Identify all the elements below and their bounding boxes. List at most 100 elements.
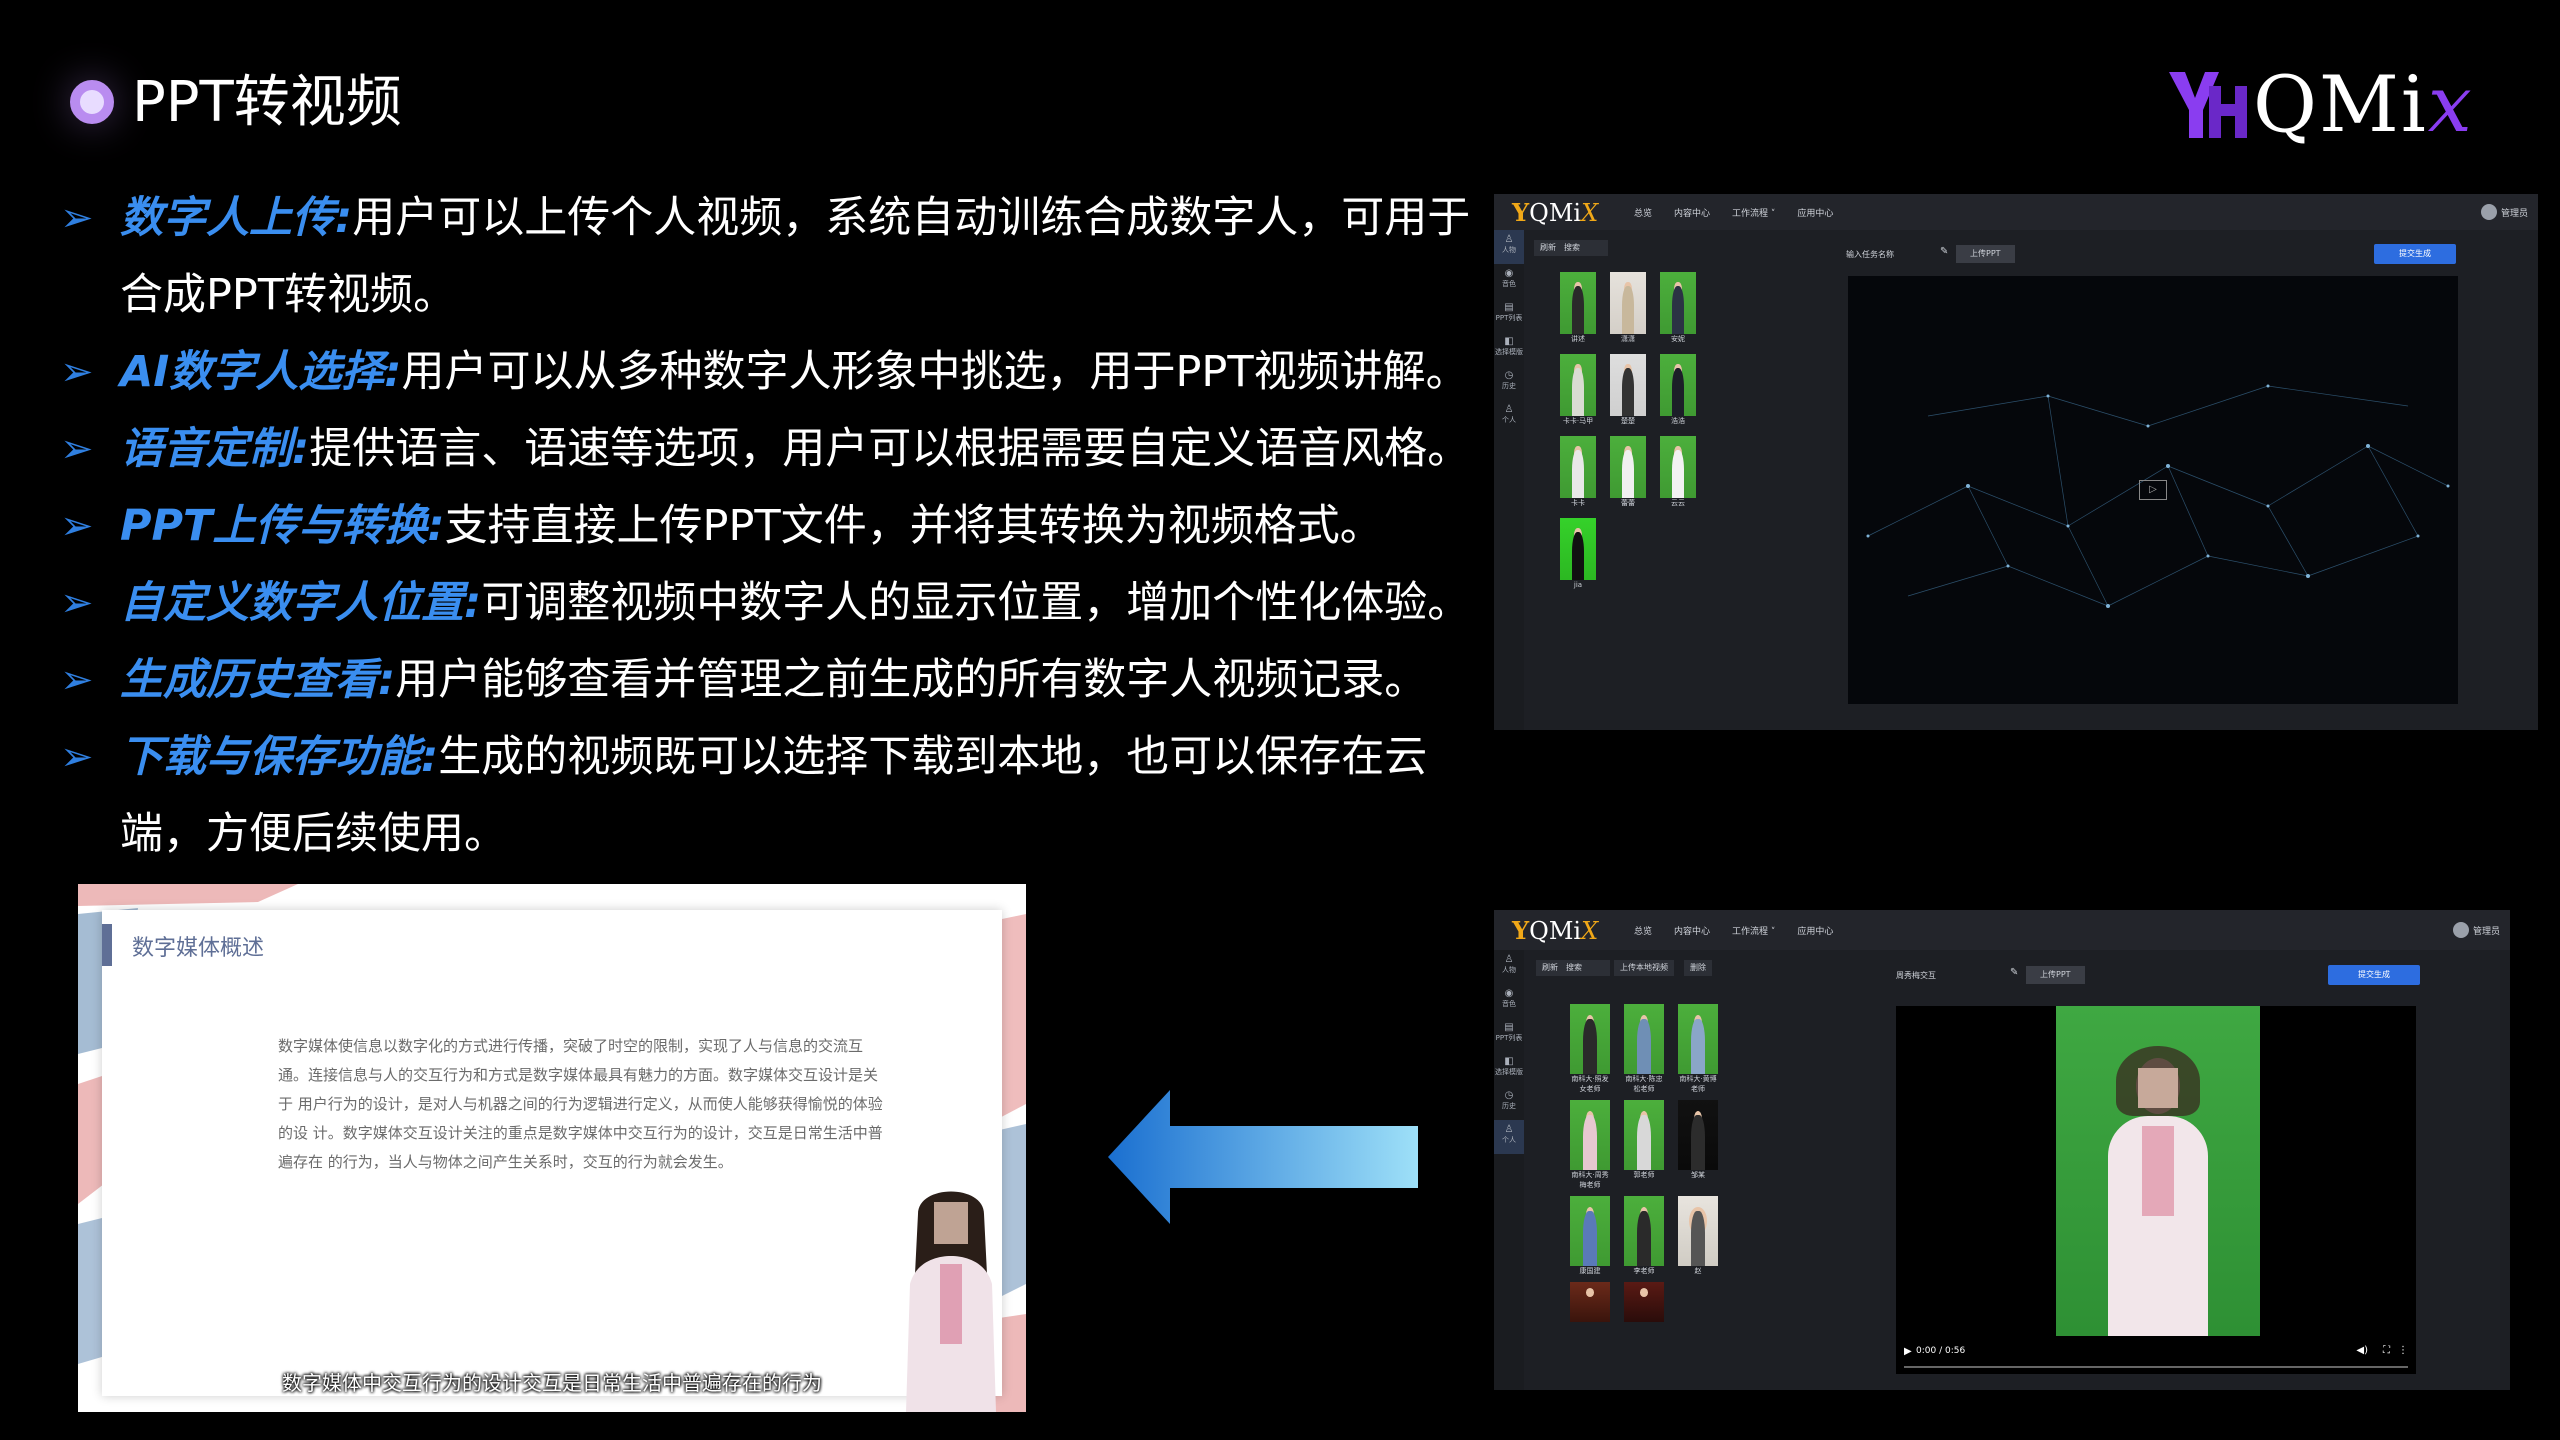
nav-item[interactable]: 应用中心 xyxy=(1797,206,1833,219)
avatar-card[interactable]: 邹某 xyxy=(1678,1100,1718,1190)
slide-title: 数字媒体概述 xyxy=(132,936,265,961)
search-input[interactable]: 搜索 xyxy=(1560,960,1610,976)
avatar-card[interactable]: 赵 xyxy=(1678,1196,1718,1276)
profile-icon: ♙ xyxy=(1504,404,1514,415)
avatar-card[interactable]: 楚楚 xyxy=(1610,354,1646,426)
nav-item[interactable]: 总览 xyxy=(1634,206,1652,219)
avatar-card[interactable]: 讲述 xyxy=(1560,272,1596,344)
sidebar-item-ppt[interactable]: ▤ PPT列表 xyxy=(1494,1018,1524,1052)
sidebar: ♙ 人物 ◉ 音色 ▤ PPT列表 ◧ 选择模版 ◷ 历史 ♙ 个人 xyxy=(1494,230,1524,730)
play-icon[interactable]: ▶ xyxy=(1904,1346,1912,1357)
video-preview[interactable]: ▷ xyxy=(1848,276,2458,704)
sidebar-item-voice[interactable]: ◉ 音色 xyxy=(1494,264,1524,298)
title-bullet-icon xyxy=(70,80,114,124)
arrow-icon: ➢ xyxy=(60,580,94,626)
avatar-card[interactable]: 安妮 xyxy=(1660,272,1696,344)
avatar-card[interactable]: 卡卡·马甲 xyxy=(1560,354,1596,426)
submit-button[interactable]: 提交生成 xyxy=(2328,965,2420,985)
arrow-icon: ➢ xyxy=(60,503,94,549)
app-logo: YQMiX xyxy=(1512,915,1599,945)
video-frame xyxy=(2056,1006,2260,1336)
upload-ppt-button[interactable]: 上传PPT xyxy=(2026,966,2085,984)
avatar-card[interactable]: 康国建 xyxy=(1570,1196,1610,1276)
progress-bar[interactable] xyxy=(1904,1366,2408,1368)
sidebar-item-person[interactable]: ♙ 人物 xyxy=(1494,230,1524,264)
nav-item[interactable]: 内容中心 xyxy=(1674,206,1710,219)
avatar-card[interactable]: 李老师 xyxy=(1624,1196,1664,1276)
nav-item[interactable]: 工作流程 ˅ xyxy=(1732,206,1775,219)
avatar-card[interactable]: 南科大·周秀梅老师 xyxy=(1570,1100,1610,1190)
slide-title-bar xyxy=(102,924,112,966)
arrow-icon: ➢ xyxy=(60,349,94,395)
volume-icon[interactable]: ◀) xyxy=(2356,1345,2368,1356)
nav-item[interactable]: 应用中心 xyxy=(1797,924,1833,937)
brand-logo: QMix xyxy=(2165,60,2475,150)
play-icon[interactable]: ▷ xyxy=(2139,480,2167,500)
user-menu[interactable]: 管理员 xyxy=(2452,922,2500,938)
sidebar-item-template[interactable]: ◧ 选择模版 xyxy=(1494,332,1524,366)
avatar-grid: 讲述 潇潇 安妮 卡卡·马甲 楚楚 浩浩 卡卡 蕾蕾 云云 jia xyxy=(1560,272,1696,590)
app-logo: YQMiX xyxy=(1512,197,1599,227)
upload-ppt-button[interactable]: 上传PPT xyxy=(1956,245,2015,263)
avatar-card[interactable]: 卡卡 xyxy=(1560,436,1596,508)
sidebar-item-history[interactable]: ◷ 历史 xyxy=(1494,1086,1524,1120)
logo-wordmark: QMix xyxy=(2253,60,2474,150)
delete-button[interactable]: 删除 xyxy=(1684,960,1712,976)
sidebar-item-history[interactable]: ◷ 历史 xyxy=(1494,366,1524,400)
person-icon: ♙ xyxy=(1504,954,1514,965)
avatar-card[interactable]: 南科大·黄博老师 xyxy=(1678,1004,1718,1094)
task-name-field[interactable]: 输入任务名称 xyxy=(1846,249,1894,260)
avatar xyxy=(2480,204,2497,220)
slide-preview: 数字媒体概述 数字媒体使信息以数字化的方式进行传播，突破了时空的限制，实现了人与… xyxy=(78,884,1026,1412)
avatar-card[interactable]: jia xyxy=(1560,518,1596,590)
avatar-grid: 南科大·照发女老师 南科大·陈忠松老师 南科大·黄博老师 南科大·周秀梅老师 郭… xyxy=(1570,1004,1718,1322)
edit-icon[interactable]: ✎ xyxy=(1940,246,1948,257)
fullscreen-icon[interactable]: ⛶ xyxy=(2383,1345,2390,1356)
sidebar-item-template[interactable]: ◧ 选择模版 xyxy=(1494,1052,1524,1086)
sidebar-item-person[interactable]: ♙ 人物 xyxy=(1494,950,1524,984)
app-header: YQMiX 总览 内容中心 工作流程 ˅ 应用中心 管理员 xyxy=(1494,194,2538,230)
nav-item[interactable]: 工作流程 ˅ xyxy=(1732,924,1775,937)
sidebar-item-voice[interactable]: ◉ 音色 xyxy=(1494,984,1524,1018)
task-name-field[interactable]: 周秀梅交互 xyxy=(1896,970,1936,981)
sidebar-item-profile[interactable]: ♙ 个人 xyxy=(1494,1120,1524,1154)
avatar-card[interactable]: 郭老师 xyxy=(1624,1100,1664,1190)
avatar-card[interactable]: 南科大·照发女老师 xyxy=(1570,1004,1610,1094)
page-title: PPT转视频 xyxy=(132,70,402,135)
list-item: ➢ AI数字人选择:用户可以从多种数字人形象中挑选，用于PPT视频讲解。 xyxy=(60,334,1480,411)
slide-body: 数字媒体使信息以数字化的方式进行传播，突破了时空的限制，实现了人与信息的交流互通… xyxy=(278,1037,883,1171)
video-player[interactable]: ▶ 0:00 / 0:56 ◀) ⛶ ⋮ xyxy=(1896,1006,2416,1374)
avatar-card[interactable]: 南科大·陈忠松老师 xyxy=(1624,1004,1664,1094)
avatar-card[interactable]: 潇潇 xyxy=(1610,272,1646,344)
app-screenshot-ppt-video: YQMiX 总览 内容中心 工作流程 ˅ 应用中心 管理员 ♙ 人物 ◉ 音色 ▤ P… xyxy=(1494,910,2510,1390)
nav-item[interactable]: 内容中心 xyxy=(1674,924,1710,937)
avatar-card[interactable]: 蕾蕾 xyxy=(1610,436,1646,508)
list-item: ➢ 数字人上传:用户可以上传个人视频，系统自动训练合成数字人，可用于合成PPT转视… xyxy=(60,180,1480,334)
avatar-card[interactable] xyxy=(1570,1282,1610,1322)
more-icon[interactable]: ⋮ xyxy=(2398,1345,2408,1356)
arrow-icon: ➢ xyxy=(60,195,94,241)
avatar-card[interactable]: 云云 xyxy=(1660,436,1696,508)
sidebar-item-profile[interactable]: ♙ 个人 xyxy=(1494,400,1524,434)
list-item: ➢ 生成历史查看:用户能够查看并管理之前生成的所有数字人视频记录。 xyxy=(60,642,1480,719)
search-input[interactable]: 搜索 xyxy=(1558,240,1608,256)
avatar xyxy=(2452,922,2469,938)
edit-icon[interactable]: ✎ xyxy=(2010,967,2018,978)
nav-item[interactable]: 总览 xyxy=(1634,924,1652,937)
history-icon: ◷ xyxy=(1504,370,1514,381)
list-item: ➢ PPT上传与转换:支持直接上传PPT文件，并将其转换为视频格式。 xyxy=(60,488,1480,565)
feature-list: ➢ 数字人上传:用户可以上传个人视频，系统自动训练合成数字人，可用于合成PPT转视… xyxy=(60,180,1480,873)
submit-button[interactable]: 提交生成 xyxy=(2374,244,2456,264)
ppt-icon: ▤ xyxy=(1504,302,1514,313)
list-item: ➢ 下载与保存功能:生成的视频既可以选择下载到本地，也可以保存在云端，方便后续使用… xyxy=(60,719,1480,873)
user-menu[interactable]: 管理员 xyxy=(2480,204,2528,220)
template-icon: ◧ xyxy=(1504,1056,1514,1067)
avatar-card[interactable]: 浩浩 xyxy=(1660,354,1696,426)
sidebar-item-ppt[interactable]: ▤ PPT列表 xyxy=(1494,298,1524,332)
upload-local-video-button[interactable]: 上传本地视频 xyxy=(1614,960,1674,976)
video-controls: ▶ 0:00 / 0:56 ◀) ⛶ ⋮ xyxy=(1896,1338,2416,1374)
avatar-card[interactable] xyxy=(1624,1282,1664,1322)
ppt-icon: ▤ xyxy=(1504,1022,1514,1033)
slide-subtitle: 数字媒体中交互行为的设计交互是日常生活中普遍存在的行为 xyxy=(282,1371,822,1395)
arrow-icon: ➢ xyxy=(60,657,94,703)
